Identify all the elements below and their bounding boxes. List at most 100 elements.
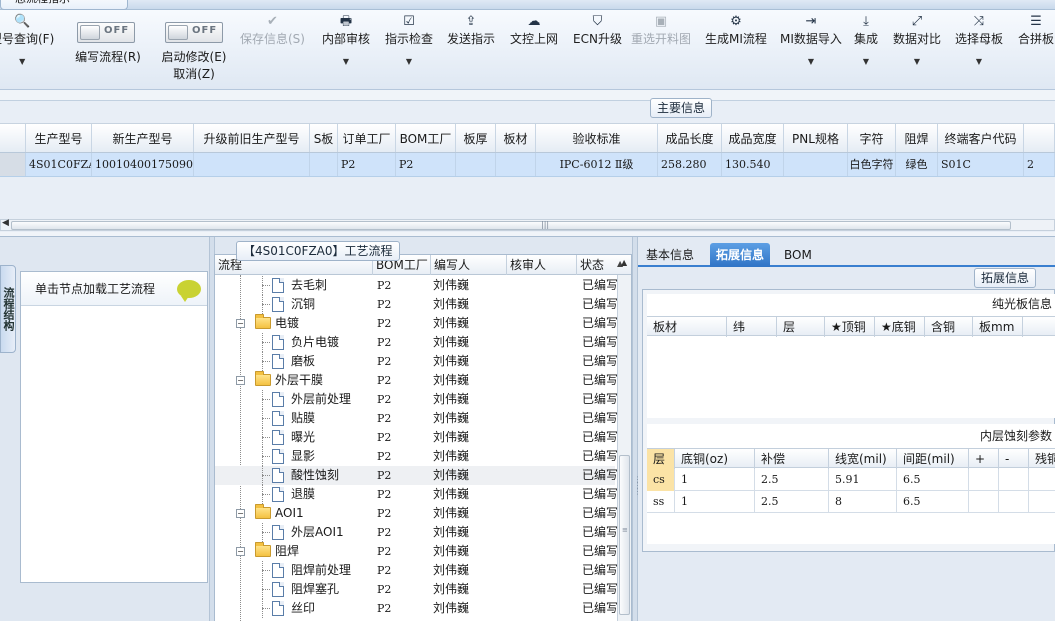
chevron-down-icon[interactable]: ▼ — [322, 56, 370, 68]
inner-etch-cell[interactable]: 6.5 — [897, 491, 969, 513]
inner-etch-cell[interactable]: 8 — [829, 491, 897, 513]
tree-row[interactable]: 沉铜 P2 刘伟巍 已编写 — [215, 295, 618, 314]
integrate-button[interactable]: ⤓ 集成 ▼ — [854, 14, 878, 68]
column-header[interactable]: PNL规格 — [784, 124, 848, 152]
table-cell[interactable]: IPC-6012 Ⅱ级 — [536, 153, 658, 176]
tree-row[interactable]: 磨板 P2 刘伟巍 已编写 — [215, 352, 618, 371]
tree-row[interactable]: 去毛刺 P2 刘伟巍 已编写 — [215, 276, 618, 295]
tree-row[interactable]: 显影 P2 刘伟巍 已编写 — [215, 447, 618, 466]
model-query-button[interactable]: 🔍 型号查询(F) ▼ — [0, 14, 54, 68]
send-instruction-button[interactable]: ⇪ 发送指示 — [447, 14, 495, 48]
generate-mi-flow-button[interactable]: ⚙ 生成MI流程 — [705, 14, 767, 48]
column-header[interactable]: 板厚 — [456, 124, 496, 152]
table-cell[interactable]: P2 — [396, 153, 456, 176]
inner-etch-column-header[interactable]: 残铜 — [1029, 449, 1055, 469]
collapse-icon[interactable]: − — [236, 547, 245, 556]
column-header[interactable]: BOM工厂 — [396, 124, 456, 152]
table-cell[interactable]: 258.280 — [658, 153, 722, 176]
table-row[interactable]: cs 1 2.5 5.91 6.5 — [647, 469, 1055, 491]
column-header[interactable]: 成品长度 — [658, 124, 722, 152]
enable-modify-toggle[interactable]: OFF — [165, 22, 223, 43]
table-cell[interactable]: 4S01C0FZA0 — [26, 153, 92, 176]
flow-column-header[interactable]: 核审人 — [507, 255, 577, 275]
column-header[interactable]: 生产型号 — [26, 124, 92, 152]
table-cell[interactable]: 10010400175090 — [92, 153, 194, 176]
scroll-up-icon[interactable]: ▲ — [621, 258, 627, 267]
inner-etch-cell[interactable] — [1029, 491, 1055, 513]
row-indicator[interactable] — [0, 153, 26, 176]
inner-etch-column-header[interactable]: + — [969, 449, 999, 469]
table-cell[interactable]: 2 — [1024, 153, 1055, 176]
doc-upload-button[interactable]: ☁ 文控上网 — [510, 14, 558, 48]
tree-row[interactable]: 酸性蚀刻 P2 刘伟巍 已编写 — [215, 466, 618, 485]
chevron-down-icon[interactable]: ▼ — [955, 56, 1003, 68]
inner-etch-column-header[interactable]: - — [999, 449, 1029, 469]
inner-etch-column-header[interactable]: 补偿 — [755, 449, 829, 469]
table-cell[interactable]: 130.540 — [722, 153, 784, 176]
tree-row[interactable]: − AOI1 P2 刘伟巍 已编写 — [215, 504, 618, 523]
pure-board-column-header[interactable]: 板mm — [973, 317, 1023, 337]
inner-etch-cell[interactable]: 2.5 — [755, 469, 829, 491]
tree-row[interactable]: 曝光 P2 刘伟巍 已编写 — [215, 428, 618, 447]
table-cell[interactable] — [194, 153, 310, 176]
inner-etch-column-header[interactable]: 层 — [647, 449, 675, 469]
tab-detail[interactable]: 基本信息 — [640, 243, 700, 267]
tree-row[interactable]: 丝印 P2 刘伟巍 已编写 — [215, 599, 618, 618]
mi-data-import-button[interactable]: ⇥ MI数据导入 ▼ — [780, 14, 842, 68]
tree-row[interactable]: 退膜 P2 刘伟巍 已编写 — [215, 485, 618, 504]
table-row[interactable]: 4S01C0FZA010010400175090P2P2IPC-6012 Ⅱ级2… — [0, 153, 1055, 177]
chevron-down-icon[interactable]: ▼ — [0, 56, 54, 68]
select-master-button[interactable]: ⤨ 选择母板 ▼ — [955, 14, 1003, 68]
column-header[interactable]: 终端客户代码 — [938, 124, 1024, 152]
inner-etch-cell[interactable] — [969, 491, 999, 513]
inner-etch-cell[interactable]: cs — [647, 469, 675, 491]
pure-board-column-header[interactable]: ★底铜 — [875, 317, 925, 337]
inner-etch-cell[interactable]: 2.5 — [755, 491, 829, 513]
chevron-down-icon[interactable]: ▼ — [854, 56, 878, 68]
table-row[interactable]: ss 1 2.5 8 6.5 — [647, 491, 1055, 513]
tree-row[interactable]: − 外层干膜 P2 刘伟巍 已编写 — [215, 371, 618, 390]
pure-board-column-header[interactable]: 含铜 — [925, 317, 973, 337]
save-info-button[interactable]: ✔ 保存信息(S) — [240, 14, 305, 48]
cancel-label[interactable]: 取消(Z) — [158, 66, 230, 82]
table-cell[interactable] — [496, 153, 536, 176]
tree-row[interactable]: 负片电镀 P2 刘伟巍 已编写 — [215, 333, 618, 352]
tree-row[interactable]: − 阻焊 P2 刘伟巍 已编写 — [215, 542, 618, 561]
internal-review-button[interactable]: 🖶 内部审核 ▼ — [322, 14, 370, 68]
side-tab-flow-structure[interactable]: 流程结构 — [0, 265, 16, 353]
pure-board-column-header[interactable]: 板材 — [647, 317, 727, 337]
chevron-down-icon[interactable]: ▼ — [893, 56, 941, 68]
tree-row[interactable]: 外层前处理 P2 刘伟巍 已编写 — [215, 390, 618, 409]
pure-board-column-header[interactable]: 纬 — [727, 317, 777, 337]
scroll-left-icon[interactable]: ◀ — [2, 218, 9, 228]
vertical-scrollbar[interactable]: ▲ ≡ — [617, 258, 631, 621]
tree-row[interactable]: 阻焊塞孔 P2 刘伟巍 已编写 — [215, 580, 618, 599]
tree-row[interactable]: 阻焊前处理 P2 刘伟巍 已编写 — [215, 561, 618, 580]
horizontal-scrollbar[interactable]: ◀ ||| — [0, 218, 1055, 231]
ecn-upgrade-button[interactable]: ⛉ ECN升级 — [573, 14, 622, 48]
column-header[interactable]: 升级前旧生产型号 — [194, 124, 310, 152]
inner-etch-cell[interactable]: 6.5 — [897, 469, 969, 491]
pure-board-column-header[interactable]: 层 — [777, 317, 825, 337]
instruction-check-button[interactable]: ☑ 指示检查 ▼ — [385, 14, 433, 68]
chevron-down-icon[interactable]: ▼ — [780, 56, 842, 68]
inner-etch-column-header[interactable]: 线宽(mil) — [829, 449, 897, 469]
inner-etch-cell[interactable]: 5.91 — [829, 469, 897, 491]
column-header[interactable]: 板材 — [496, 124, 536, 152]
tree-row[interactable]: 外层AOI1 P2 刘伟巍 已编写 — [215, 523, 618, 542]
inner-etch-column-header[interactable]: 间距(mil) — [897, 449, 969, 469]
pure-board-column-header[interactable]: ★顶铜 — [825, 317, 875, 337]
column-header[interactable]: 字符 — [848, 124, 896, 152]
collapse-icon[interactable]: − — [236, 319, 245, 328]
inner-etch-cell[interactable] — [1029, 469, 1055, 491]
column-header[interactable] — [1024, 124, 1055, 152]
inner-etch-cell[interactable]: 1 — [675, 491, 755, 513]
tab-detail[interactable]: BOM — [778, 243, 818, 267]
table-cell[interactable]: 绿色 — [896, 153, 938, 176]
node-hint-bar[interactable]: 单击节点加载工艺流程 — [21, 272, 207, 306]
table-cell[interactable] — [310, 153, 338, 176]
table-cell[interactable]: 白色字符 — [848, 153, 896, 176]
column-header[interactable]: 订单工厂 — [338, 124, 396, 152]
scroll-thumb[interactable]: ≡ — [619, 455, 630, 615]
inner-etch-cell[interactable] — [999, 469, 1029, 491]
